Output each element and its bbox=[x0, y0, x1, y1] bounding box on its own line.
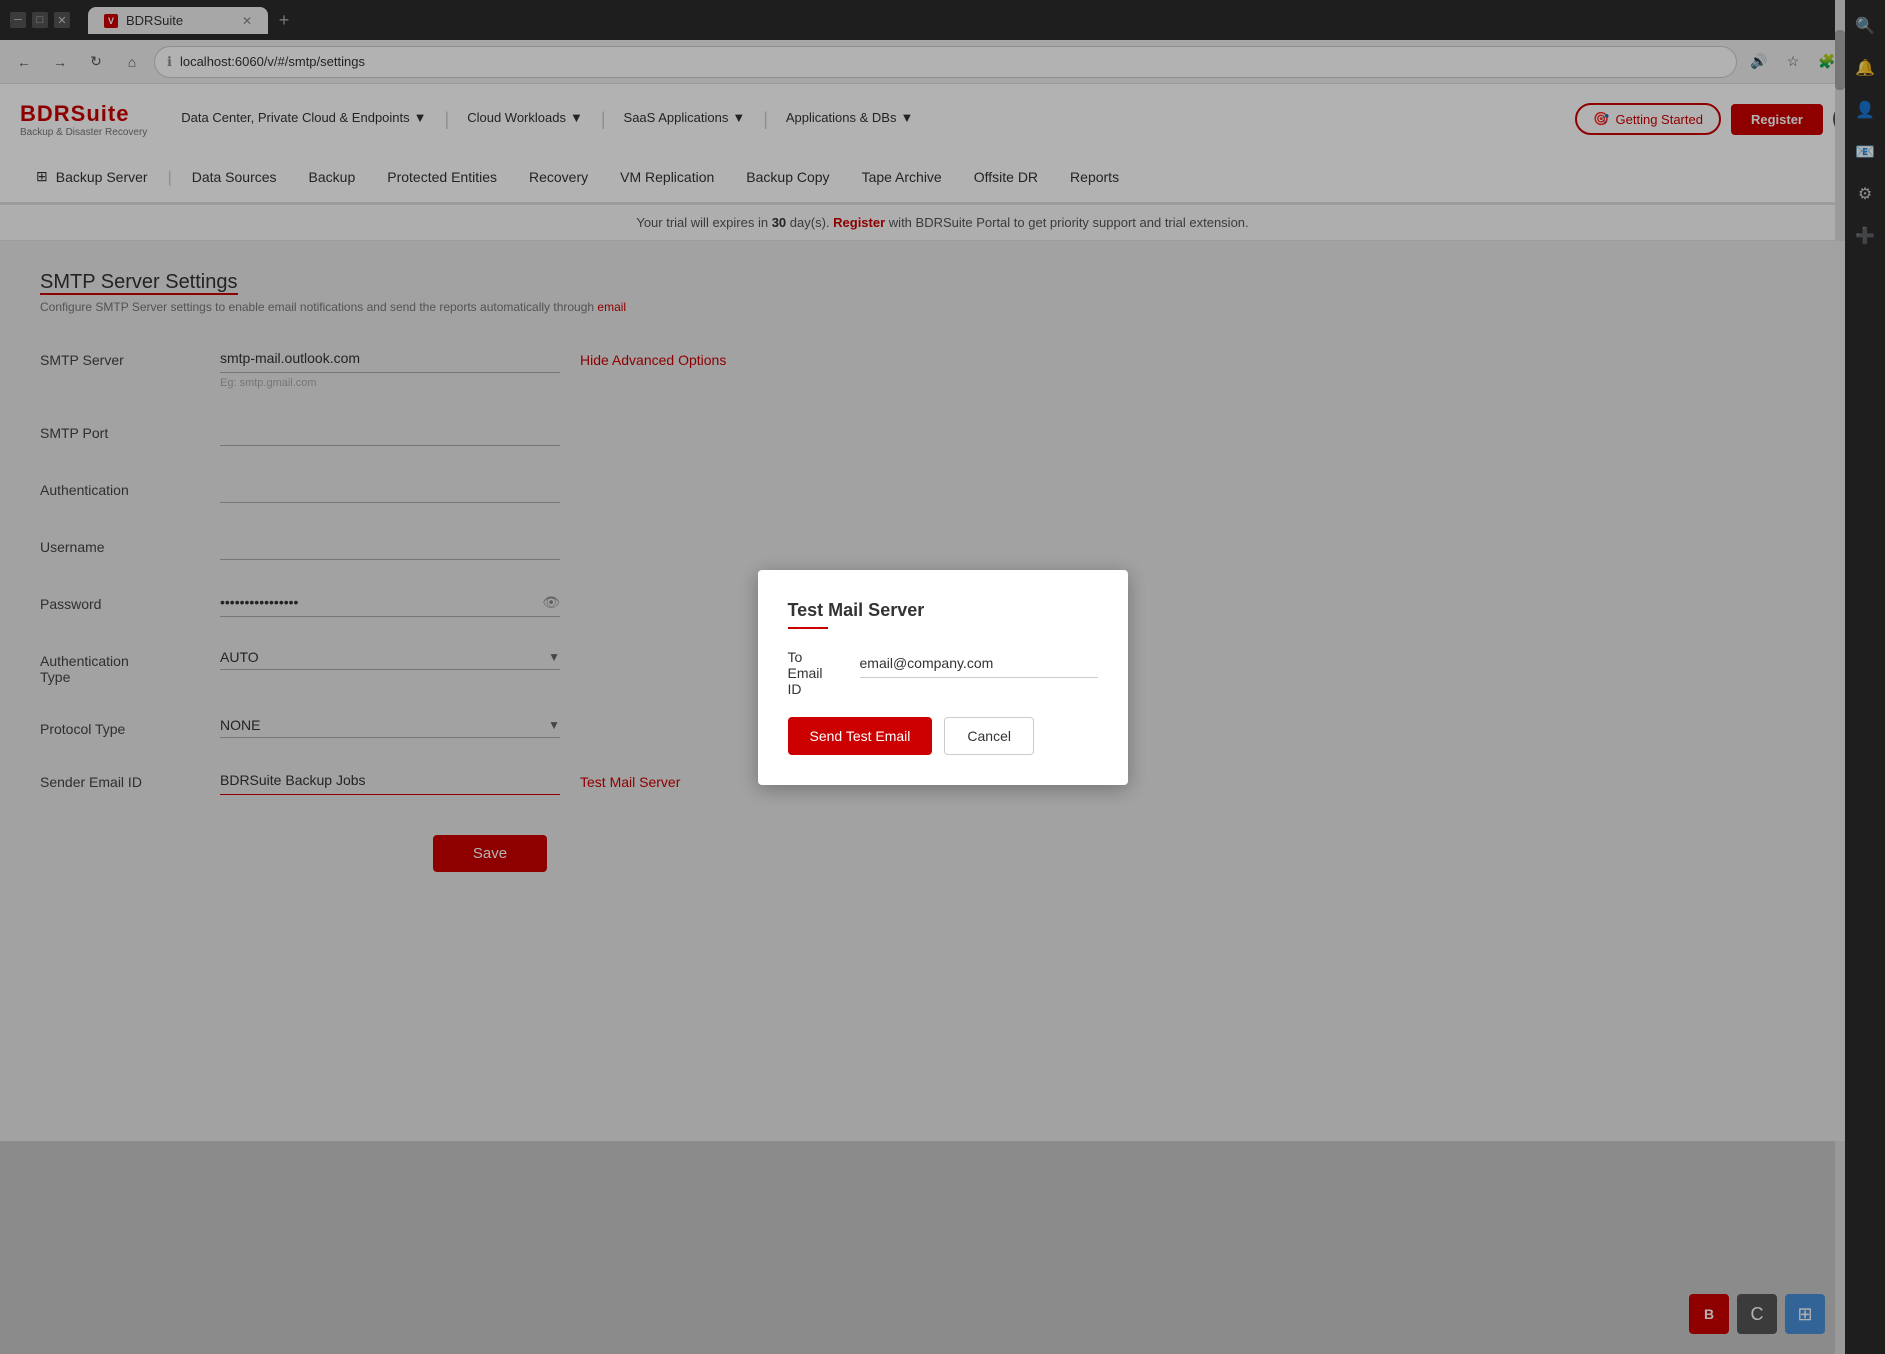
dialog-overlay: Test Mail Server To Email ID Send Test E… bbox=[0, 0, 1885, 1354]
dialog-id-label: ID bbox=[788, 681, 848, 697]
dialog-title: Test Mail Server bbox=[788, 600, 1098, 621]
dialog-email-label: Email bbox=[788, 665, 848, 681]
dialog-actions: Send Test Email Cancel bbox=[788, 717, 1098, 755]
dialog-title-underline bbox=[788, 627, 828, 629]
dialog-to-field: To Email ID bbox=[788, 649, 1098, 697]
cancel-dialog-btn[interactable]: Cancel bbox=[944, 717, 1034, 755]
dialog-email-input[interactable] bbox=[860, 649, 1098, 678]
send-test-email-btn[interactable]: Send Test Email bbox=[788, 717, 933, 755]
dialog-field-labels: To Email ID bbox=[788, 649, 848, 697]
test-mail-dialog: Test Mail Server To Email ID Send Test E… bbox=[758, 570, 1128, 785]
dialog-to-label: To bbox=[788, 649, 848, 665]
